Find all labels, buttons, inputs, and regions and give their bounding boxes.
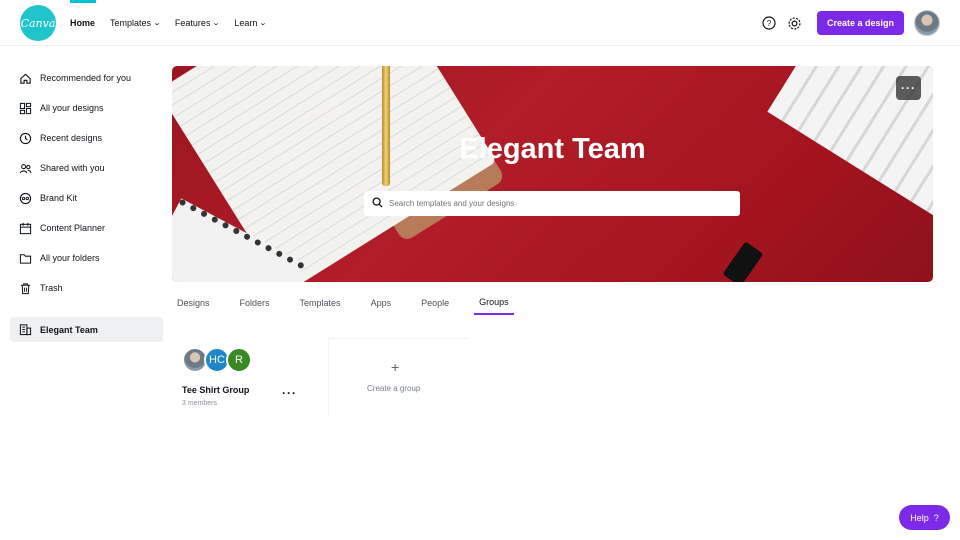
chevron-down-icon: ⌄ — [259, 20, 268, 27]
tab-folders[interactable]: Folders — [235, 291, 275, 315]
nav-features[interactable]: Features ⌄ — [175, 18, 221, 28]
folder-icon — [18, 251, 32, 265]
trash-icon — [18, 281, 32, 295]
main-nav: Home Templates ⌄ Features ⌄ Learn ⌄ — [70, 0, 281, 46]
nav-home[interactable]: Home — [70, 18, 95, 28]
svg-text:?: ? — [767, 19, 772, 28]
sidebar-item-folders[interactable]: All your folders — [10, 243, 163, 273]
group-name: Tee Shirt Group — [182, 385, 250, 395]
search-bar[interactable] — [364, 191, 740, 216]
create-group-button[interactable]: + Create a group — [328, 338, 468, 416]
create-group-label: Create a group — [367, 384, 421, 393]
calendar-icon — [18, 221, 32, 235]
clock-icon — [18, 131, 32, 145]
shared-users-icon — [18, 161, 32, 175]
grid-icon — [18, 101, 32, 115]
home-icon — [18, 71, 32, 85]
sidebar-item-content-planner[interactable]: Content Planner — [10, 213, 163, 243]
nav-learn[interactable]: Learn ⌄ — [234, 18, 268, 28]
team-banner: Elegant Team ··· — [172, 66, 933, 282]
sidebar-item-trash[interactable]: Trash — [10, 273, 163, 303]
tab-people[interactable]: People — [416, 291, 454, 315]
tab-templates[interactable]: Templates — [295, 291, 346, 315]
sidebar: Recommended for you All your designs Rec… — [10, 63, 163, 342]
banner-usb-decoration — [722, 241, 764, 282]
user-avatar[interactable] — [914, 10, 940, 36]
sidebar-item-recommended[interactable]: Recommended for you — [10, 63, 163, 93]
team-title: Elegant Team — [459, 133, 646, 165]
group-member-count: 3 members — [182, 400, 218, 407]
sidebar-item-shared[interactable]: Shared with you — [10, 153, 163, 183]
building-icon — [18, 323, 32, 337]
banner-more-options-button[interactable]: ··· — [896, 76, 921, 100]
search-icon — [372, 195, 383, 213]
tab-designs[interactable]: Designs — [172, 291, 215, 315]
group-more-options-button[interactable]: ··· — [282, 386, 297, 400]
sidebar-item-recent-designs[interactable]: Recent designs — [10, 123, 163, 153]
group-card[interactable]: HC R Tee Shirt Group 3 members ··· — [172, 338, 322, 416]
plus-icon: + — [391, 359, 400, 375]
sidebar-item-brand-kit[interactable]: Brand Kit — [10, 183, 163, 213]
search-input[interactable] — [389, 199, 740, 208]
canva-logo[interactable]: Canva — [20, 5, 56, 41]
chevron-down-icon: ⌄ — [152, 20, 162, 27]
avatar: R — [226, 347, 252, 373]
tab-apps[interactable]: Apps — [366, 291, 397, 315]
question-circle-icon[interactable]: ? — [761, 15, 777, 31]
nav-templates[interactable]: Templates ⌄ — [110, 18, 162, 28]
banner-pen-decoration — [382, 66, 390, 186]
top-nav-bar: Canva Home Templates ⌄ Features ⌄ Learn ⌄ ?… — [0, 0, 960, 46]
tab-groups[interactable]: Groups — [474, 291, 514, 315]
group-avatars: HC R — [182, 347, 252, 373]
sidebar-item-elegant-team[interactable]: Elegant Team — [10, 317, 163, 342]
question-icon: ? — [933, 512, 939, 523]
create-design-button[interactable]: Create a design — [816, 11, 904, 35]
help-button[interactable]: Help ? — [899, 505, 950, 530]
top-right-actions: ? Create a design — [761, 0, 940, 46]
team-tabs: Designs Folders Templates Apps People Gr… — [172, 291, 534, 317]
sidebar-item-all-designs[interactable]: All your designs — [10, 93, 163, 123]
gear-icon[interactable] — [787, 15, 803, 31]
brand-kit-icon — [18, 191, 32, 205]
chevron-down-icon: ⌄ — [212, 20, 221, 27]
